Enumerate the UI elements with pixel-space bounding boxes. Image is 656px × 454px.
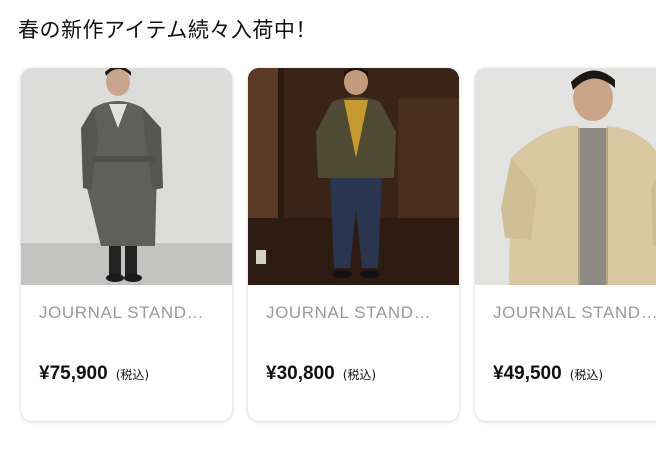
product-image[interactable]	[248, 68, 459, 285]
price-row: ¥49,500 (税込)	[493, 363, 656, 385]
model-in-olive-jacket-and-denim-image	[248, 68, 459, 285]
model-in-charcoal-trench-coat-image	[21, 68, 232, 285]
price-row: ¥30,800 (税込)	[266, 363, 441, 385]
product-price: ¥30,800	[266, 363, 335, 384]
product-card[interactable]: JOURNAL STANDARD ¥49,500 (税込)	[475, 68, 656, 421]
tax-included-label: (税込)	[115, 368, 150, 382]
product-card[interactable]: JOURNAL STANDARD ¥75,900 (税込)	[21, 68, 232, 421]
product-brand: JOURNAL STANDARD	[266, 303, 441, 322]
product-carousel[interactable]: JOURNAL STANDARD ¥75,900 (税込) JOURNAL ST…	[21, 68, 656, 421]
product-brand: JOURNAL STANDARD	[493, 303, 656, 322]
page: 春の新作アイテム続々入荷中！ JOURNAL STANDARD ¥75,900 …	[0, 0, 656, 454]
tax-included-label: (税込)	[342, 368, 377, 382]
product-price: ¥75,900	[39, 363, 108, 384]
price-row: ¥75,900 (税込)	[39, 363, 214, 385]
section-title: 春の新作アイテム続々入荷中！	[18, 18, 317, 42]
product-brand: JOURNAL STANDARD	[39, 303, 214, 322]
tax-included-label: (税込)	[569, 368, 604, 382]
model-in-beige-zip-jacket-image	[475, 68, 656, 285]
product-image[interactable]	[21, 68, 232, 285]
product-image[interactable]	[475, 68, 656, 285]
product-card[interactable]: JOURNAL STANDARD ¥30,800 (税込)	[248, 68, 459, 421]
product-price: ¥49,500	[493, 363, 562, 384]
